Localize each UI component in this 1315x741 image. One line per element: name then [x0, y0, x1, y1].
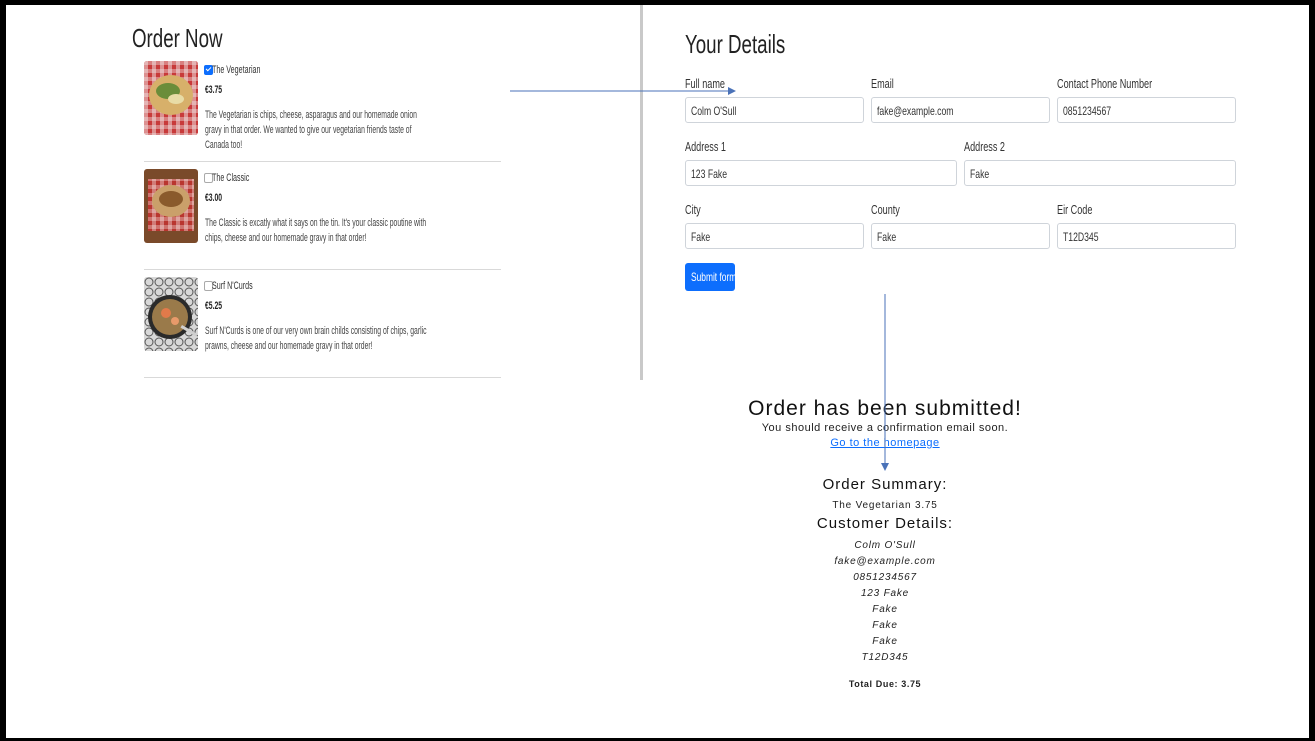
arrow-to-form-head	[728, 87, 736, 95]
annotation-arrows	[510, 87, 889, 471]
arrow-to-confirmation-head	[881, 463, 889, 471]
screenshot-canvas: Order Now The Vegetarian €3.75 The Veget…	[6, 5, 1309, 738]
